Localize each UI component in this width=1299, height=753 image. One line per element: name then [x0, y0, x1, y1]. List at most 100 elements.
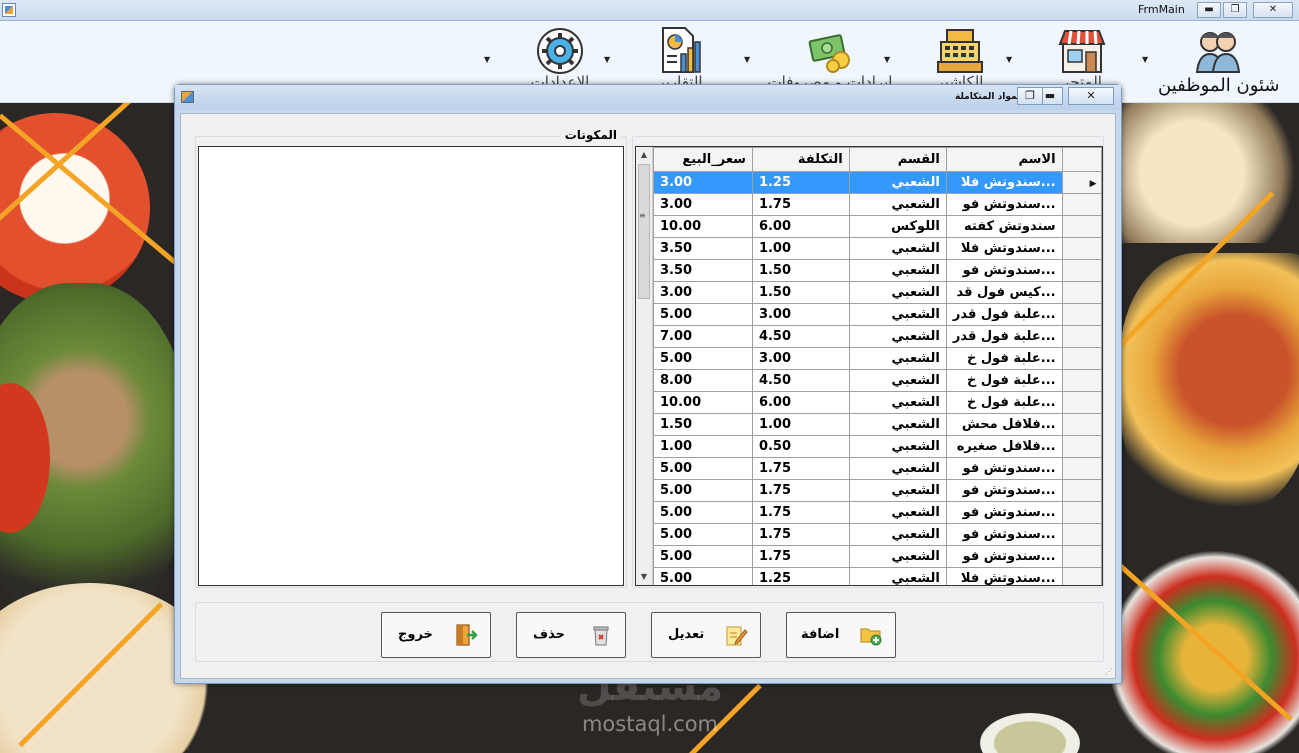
cell-price[interactable]: 5.00: [653, 479, 753, 502]
table-row[interactable]: 5.00 1.25 الشعبي سندوتش فلا...: [653, 567, 1102, 585]
dialog-close-button[interactable]: ✕: [1068, 87, 1114, 105]
cell-price[interactable]: 3.50: [653, 259, 753, 282]
table-row[interactable]: 1.50 1.00 الشعبي فلافل محش...: [653, 413, 1102, 436]
cell-cost[interactable]: 1.00: [751, 237, 850, 260]
cell-cost[interactable]: 1.75: [751, 523, 850, 546]
cell-name[interactable]: سندوتش فو...: [945, 501, 1063, 524]
cell-cost[interactable]: 3.00: [751, 303, 850, 326]
minimize-button[interactable]: ▬: [1197, 2, 1221, 18]
row-header[interactable]: [1061, 567, 1102, 585]
row-header[interactable]: [1061, 347, 1102, 370]
cell-name[interactable]: سندوتش فو...: [945, 479, 1063, 502]
resize-grip-icon[interactable]: ⋰: [1105, 667, 1113, 676]
cell-price[interactable]: 5.00: [653, 347, 753, 370]
table-row[interactable]: 5.00 1.75 الشعبي سندوتش فو...: [653, 479, 1102, 502]
cell-name[interactable]: علبة فول قدر...: [945, 303, 1063, 326]
column-header-category[interactable]: القسم: [848, 147, 947, 172]
cell-cost[interactable]: 1.50: [751, 281, 850, 304]
cell-category[interactable]: الشعبي: [848, 347, 947, 370]
table-row[interactable]: 10.00 6.00 الشعبي علبة فول خ...: [653, 391, 1102, 414]
cell-price[interactable]: 3.00: [653, 193, 753, 216]
cell-name[interactable]: علبة فول خ...: [945, 347, 1063, 370]
cell-category[interactable]: الشعبي: [848, 567, 947, 585]
cell-category[interactable]: الشعبي: [848, 457, 947, 480]
cell-price[interactable]: 5.00: [653, 545, 753, 568]
row-header[interactable]: [1061, 281, 1102, 304]
row-header[interactable]: [1061, 479, 1102, 502]
cell-price[interactable]: 3.00: [653, 171, 753, 194]
cell-category[interactable]: الشعبي: [848, 325, 947, 348]
cell-cost[interactable]: 1.00: [751, 413, 850, 436]
cell-name[interactable]: علبة فول قدر...: [945, 325, 1063, 348]
table-row[interactable]: 3.50 1.00 الشعبي سندوتش فلا...: [653, 237, 1102, 260]
cell-cost[interactable]: 1.50: [751, 259, 850, 282]
table-row[interactable]: 5.00 1.75 الشعبي سندوتش فو...: [653, 545, 1102, 568]
cell-name[interactable]: سندوتش فو...: [945, 523, 1063, 546]
cell-category[interactable]: اللوكس: [848, 215, 947, 238]
cell-category[interactable]: الشعبي: [848, 413, 947, 436]
row-header[interactable]: [1061, 545, 1102, 568]
cell-name[interactable]: فلافل صغيره...: [945, 435, 1063, 458]
cell-name[interactable]: سندوتش فو...: [945, 457, 1063, 480]
cell-name[interactable]: سندوتش فلا...: [945, 171, 1063, 194]
cell-cost[interactable]: 1.75: [751, 193, 850, 216]
row-header[interactable]: [1061, 501, 1102, 524]
cell-name[interactable]: علبة فول خ...: [945, 391, 1063, 414]
row-header[interactable]: [1061, 193, 1102, 216]
cell-name[interactable]: سندوتش فو...: [945, 259, 1063, 282]
table-row[interactable]: 7.00 4.50 الشعبي علبة فول قدر...: [653, 325, 1102, 348]
cell-cost[interactable]: 0.50: [751, 435, 850, 458]
ingredients-list[interactable]: [198, 146, 624, 586]
add-button[interactable]: اضافة: [786, 612, 896, 658]
cell-name[interactable]: سندوتش فو...: [945, 193, 1063, 216]
cell-cost[interactable]: 1.75: [751, 501, 850, 524]
cell-name[interactable]: سندوتش فلا...: [945, 567, 1063, 585]
cell-category[interactable]: الشعبي: [848, 369, 947, 392]
cell-cost[interactable]: 3.00: [751, 347, 850, 370]
cell-price[interactable]: 7.00: [653, 325, 753, 348]
cell-name[interactable]: علبة فول خ...: [945, 369, 1063, 392]
table-row[interactable]: 3.00 1.50 الشعبي كيس فول قد...: [653, 281, 1102, 304]
row-header[interactable]: [1061, 391, 1102, 414]
row-header[interactable]: [1061, 413, 1102, 436]
cell-cost[interactable]: 4.50: [751, 325, 850, 348]
cell-price[interactable]: 3.50: [653, 237, 753, 260]
cell-name[interactable]: سندوتش كفته: [945, 215, 1063, 238]
maximize-button[interactable]: ❐: [1223, 2, 1247, 18]
scroll-thumb[interactable]: [638, 164, 650, 299]
cell-cost[interactable]: 1.75: [751, 457, 850, 480]
cell-category[interactable]: الشعبي: [848, 391, 947, 414]
cell-price[interactable]: 5.00: [653, 523, 753, 546]
close-button[interactable]: ✕: [1253, 2, 1293, 18]
menu-employees[interactable]: شئون الموظفين ▼: [1142, 21, 1280, 103]
cell-category[interactable]: الشعبي: [848, 259, 947, 282]
cell-name[interactable]: فلافل محش...: [945, 413, 1063, 436]
scroll-up-icon[interactable]: ▲: [636, 147, 652, 163]
cell-cost[interactable]: 1.75: [751, 545, 850, 568]
delete-button[interactable]: حذف: [516, 612, 626, 658]
column-header-price[interactable]: سعر_البيع: [653, 147, 753, 172]
cell-category[interactable]: الشعبي: [848, 479, 947, 502]
cell-category[interactable]: الشعبي: [848, 435, 947, 458]
cell-price[interactable]: 5.00: [653, 567, 753, 585]
cell-category[interactable]: الشعبي: [848, 193, 947, 216]
table-row[interactable]: 1.00 0.50 الشعبي فلافل صغيره...: [653, 435, 1102, 458]
cell-name[interactable]: سندوتش فلا...: [945, 237, 1063, 260]
cell-category[interactable]: الشعبي: [848, 523, 947, 546]
scroll-down-icon[interactable]: ▼: [636, 569, 652, 585]
cell-cost[interactable]: 1.75: [751, 479, 850, 502]
cell-cost[interactable]: 4.50: [751, 369, 850, 392]
edit-button[interactable]: تعديل: [651, 612, 761, 658]
row-header[interactable]: ▶: [1061, 171, 1102, 194]
cell-category[interactable]: الشعبي: [848, 281, 947, 304]
grid-vertical-scrollbar[interactable]: ▲ ≡ ▼: [636, 147, 653, 585]
cell-price[interactable]: 10.00: [653, 215, 753, 238]
row-header[interactable]: [1061, 523, 1102, 546]
row-header[interactable]: [1061, 457, 1102, 480]
cell-price[interactable]: 1.00: [653, 435, 753, 458]
row-header[interactable]: [1061, 259, 1102, 282]
table-row[interactable]: 5.00 1.75 الشعبي سندوتش فو...: [653, 501, 1102, 524]
table-row[interactable]: 3.00 1.25 الشعبي سندوتش فلا... ▶: [653, 171, 1102, 194]
row-header[interactable]: [1061, 325, 1102, 348]
cell-price[interactable]: 5.00: [653, 303, 753, 326]
